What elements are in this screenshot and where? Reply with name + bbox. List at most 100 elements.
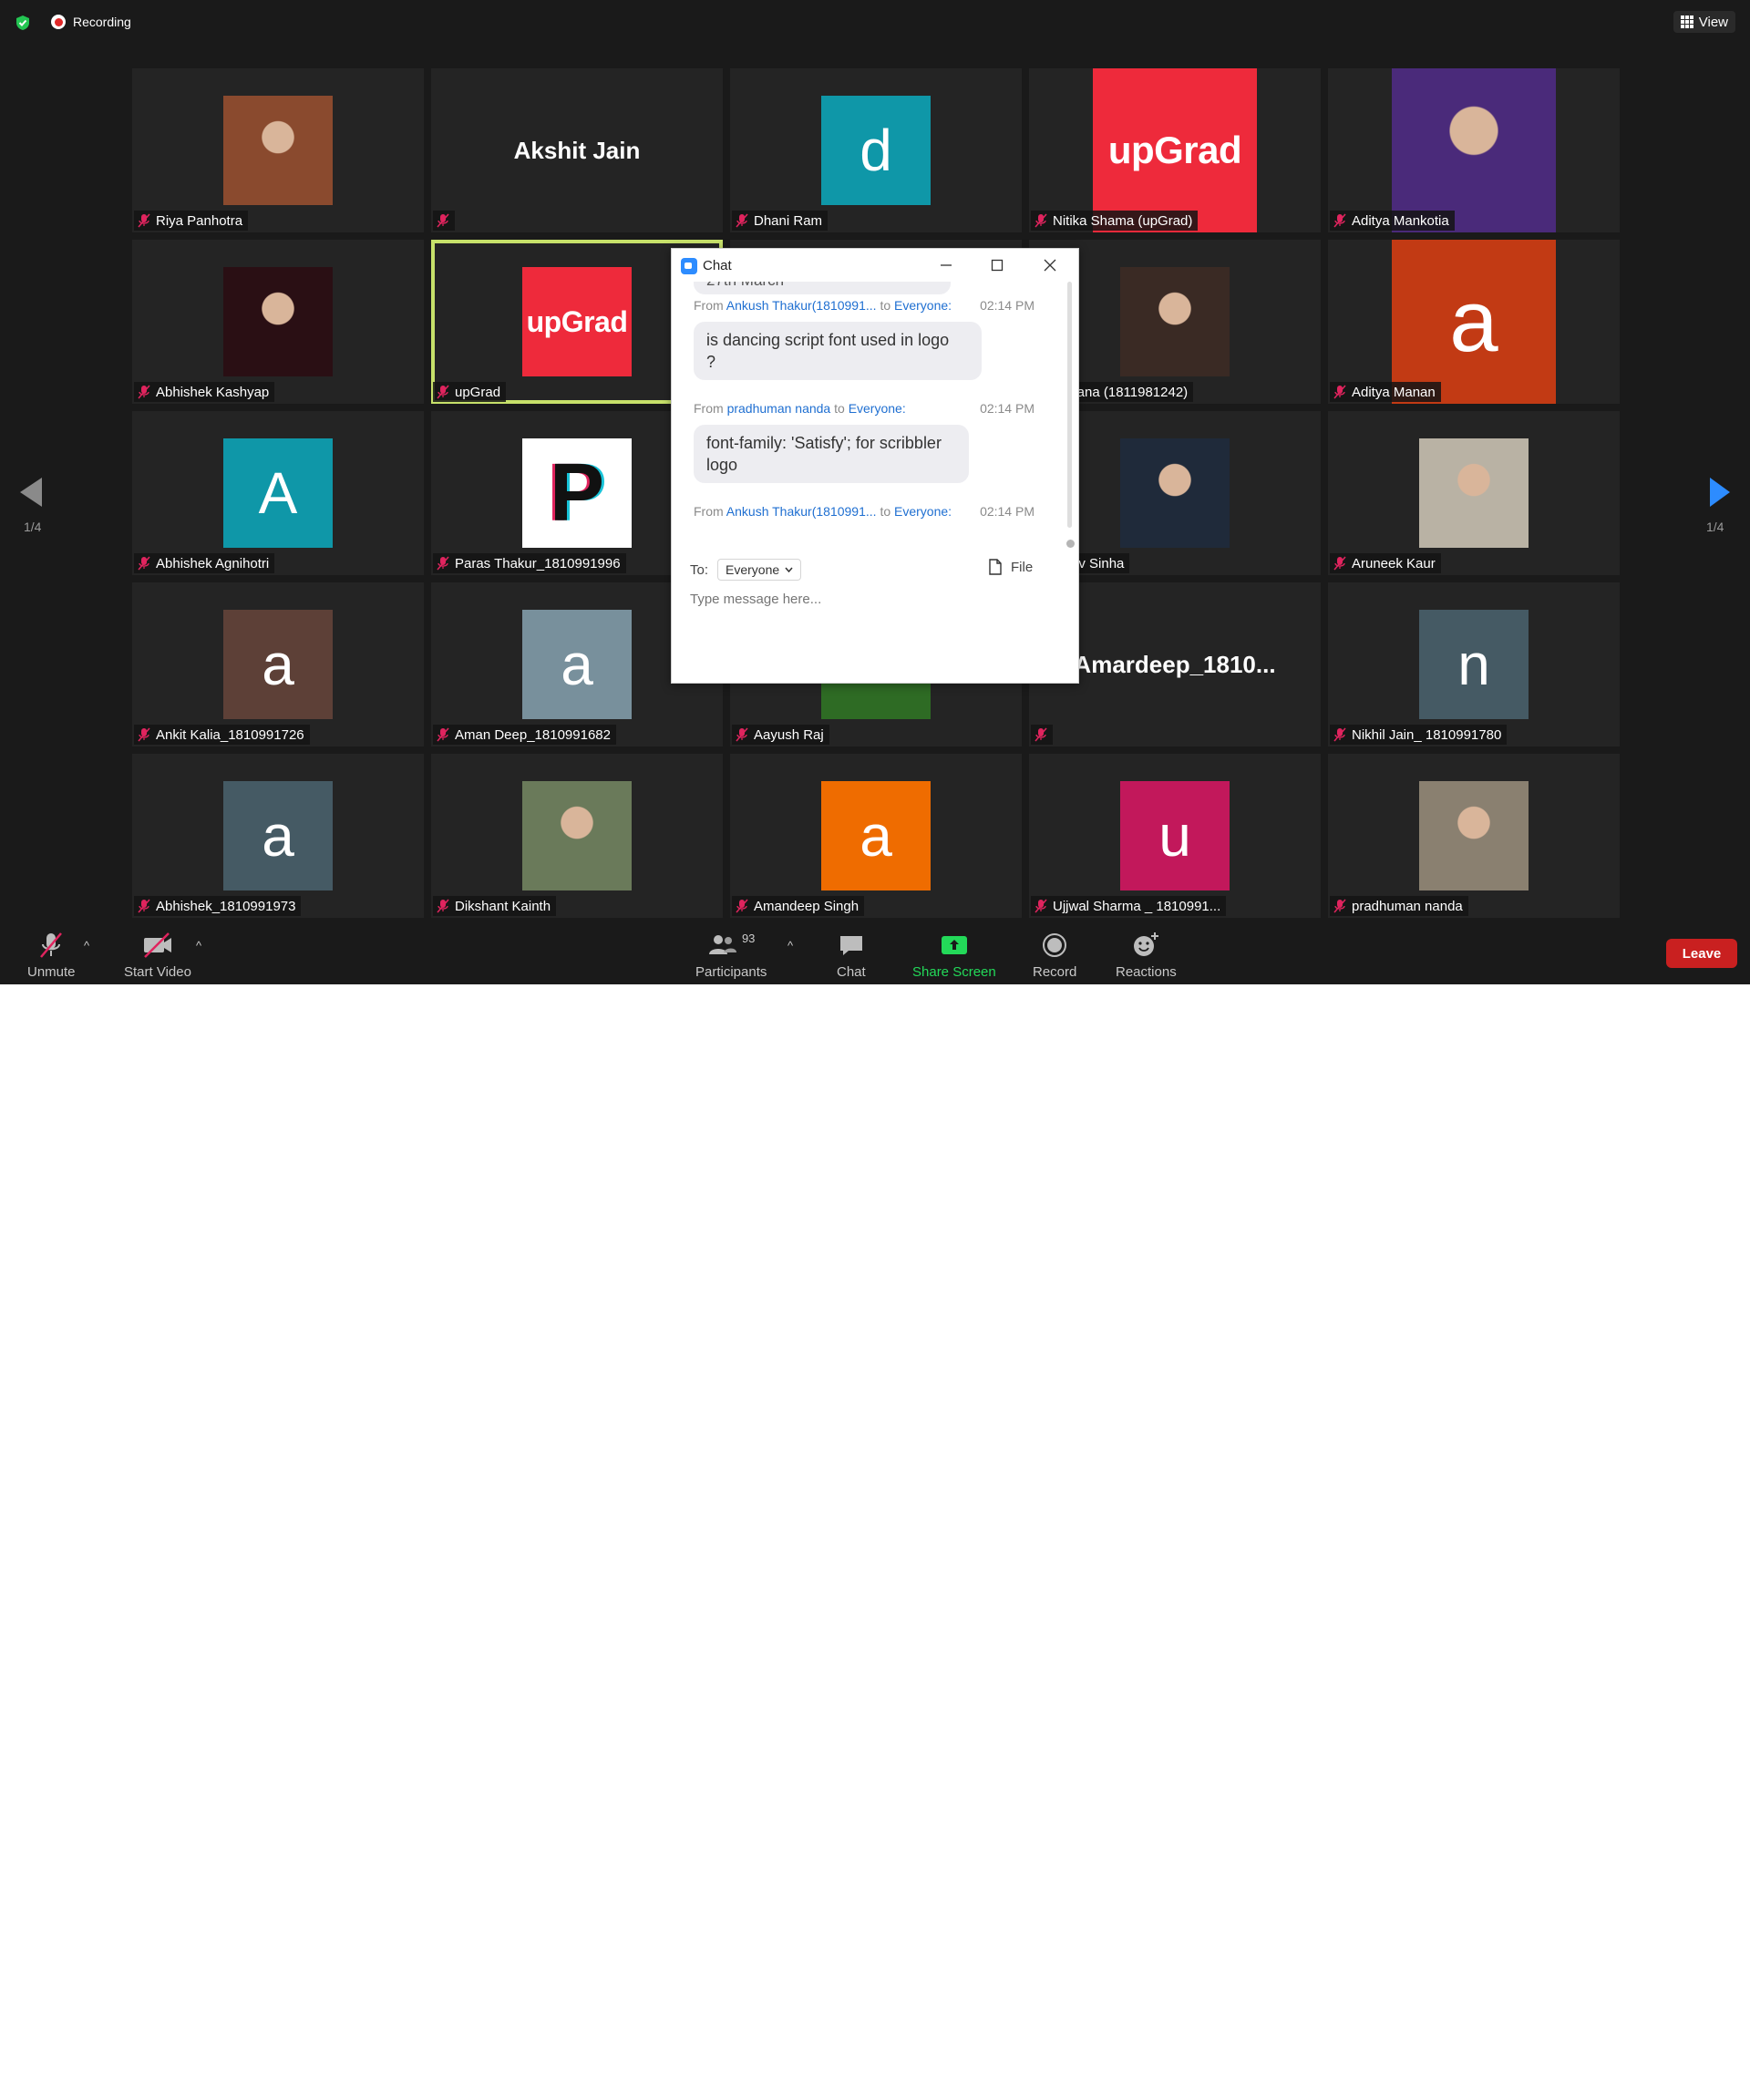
participant-tile[interactable]: d Dhani Ram [730, 68, 1022, 232]
audio-options-caret-icon[interactable]: ^ [84, 939, 89, 952]
minimize-icon [941, 264, 952, 266]
mic-muted-icon [736, 899, 748, 913]
meeting-toolbar: Unmute ^ Start Video ^ 93 Participants ^… [0, 922, 1750, 984]
share-screen-icon [941, 936, 967, 954]
recording-label: Recording [73, 15, 131, 29]
scrollbar-thumb[interactable] [1067, 282, 1072, 528]
participant-name-tag: Abhishek Kashyap [134, 382, 275, 402]
leave-button[interactable]: Leave [1666, 939, 1737, 968]
mic-muted-icon [1333, 213, 1346, 228]
participant-name: Abhishek Kashyap [156, 384, 270, 400]
participant-tile[interactable]: pradhuman nanda [1328, 754, 1620, 918]
participant-tile[interactable]: Riya Panhotra [132, 68, 424, 232]
participant-name: Aman Deep_1810991682 [455, 726, 611, 743]
recipient-select[interactable]: Everyone [717, 559, 802, 581]
start-video-button[interactable]: Start Video [124, 930, 191, 980]
record-button[interactable]: Record [1033, 930, 1076, 980]
participant-tile[interactable]: Aruneek Kaur [1328, 411, 1620, 575]
participants-options-caret-icon[interactable]: ^ [788, 939, 793, 952]
participant-tile[interactable]: Dikshant Kainth [431, 754, 723, 918]
message-bubble: font-family: 'Satisfy'; for scribbler lo… [694, 425, 969, 483]
participant-name-tag: Dhani Ram [732, 211, 829, 231]
participant-tile[interactable]: Abhishek Kashyap [132, 240, 424, 404]
participant-tile[interactable]: A Abhishek Agnihotri [132, 411, 424, 575]
chat-bubble-icon [839, 936, 862, 955]
file-button[interactable]: File [989, 559, 1033, 575]
participant-tile[interactable]: a Ankit Kalia_1810991726 [132, 582, 424, 746]
participant-name-tag [1031, 725, 1053, 745]
participant-tile[interactable]: a Abhishek_1810991973 [132, 754, 424, 918]
recording-indicator[interactable]: Recording [51, 15, 131, 29]
participant-name-tag [433, 211, 455, 231]
message-recipient[interactable]: Everyone: [894, 298, 952, 313]
reactions-button[interactable]: Reactions [1116, 930, 1177, 980]
participant-photo [223, 267, 333, 376]
participant-name-tag: Ujjwal Sharma _ 1810991... [1031, 896, 1227, 916]
message-bubble: is dancing script font used in logo ? [694, 322, 982, 380]
participant-name-tag: Aditya Mankotia [1330, 211, 1455, 231]
participant-tile[interactable]: n Nikhil Jain_ 1810991780 [1328, 582, 1620, 746]
participant-tile[interactable]: u Ujjwal Sharma _ 1810991... [1029, 754, 1321, 918]
participant-photo [1392, 68, 1556, 232]
unmute-button[interactable]: Unmute [27, 930, 76, 980]
next-page-arrow-icon[interactable] [1703, 474, 1735, 510]
message-sender[interactable]: Ankush Thakur(1810991... [726, 298, 877, 313]
message-time: 02:14 PM [980, 504, 1035, 519]
message-header: From Ankush Thakur(1810991... to Everyon… [694, 504, 1035, 519]
close-button[interactable] [1036, 254, 1064, 276]
encryption-shield-icon[interactable] [15, 15, 31, 31]
mic-muted-icon [736, 213, 748, 228]
participant-tile[interactable]: a Aditya Manan [1328, 240, 1620, 404]
participant-name: Ankit Kalia_1810991726 [156, 726, 304, 743]
record-icon [1043, 933, 1067, 957]
participant-tile[interactable]: Akshit Jain [431, 68, 723, 232]
participant-name-tag: upGrad [433, 382, 507, 402]
message-recipient[interactable]: Everyone: [894, 504, 952, 519]
start-video-label: Start Video [124, 964, 191, 980]
participant-name: Abhishek Agnihotri [156, 555, 270, 571]
participant-avatar: upGrad [522, 267, 632, 376]
message-header: From pradhuman nanda to Everyone: 02:14 … [694, 401, 1035, 416]
participant-name: Aditya Manan [1352, 384, 1436, 400]
scroll-position-dot [1066, 540, 1075, 548]
chat-button[interactable]: Chat [837, 930, 866, 980]
participant-avatar: A [223, 438, 333, 548]
participant-name-tag: Paras Thakur_1810991996 [433, 553, 626, 573]
participant-name: Nitika Shama (upGrad) [1053, 212, 1193, 229]
chat-title: Chat [703, 258, 732, 273]
page-indicator-left: 1/4 [24, 520, 42, 534]
previous-page-arrow-icon[interactable] [15, 474, 47, 510]
message-sender[interactable]: Ankush Thakur(1810991... [726, 504, 877, 519]
to-label: To: [690, 561, 709, 578]
participants-label: Participants [695, 964, 767, 980]
participant-photo [1120, 438, 1230, 548]
participant-tile[interactable]: upGrad Nitika Shama (upGrad) [1029, 68, 1321, 232]
zoom-logo-icon [681, 258, 697, 274]
participants-button[interactable]: 93 Participants [695, 930, 767, 980]
participant-photo [1419, 438, 1529, 548]
message-recipient[interactable]: Everyone: [849, 401, 906, 416]
message-input[interactable] [690, 592, 1055, 607]
chat-scrollbar[interactable] [1065, 282, 1075, 573]
mic-muted-icon [138, 727, 150, 742]
video-options-caret-icon[interactable]: ^ [196, 939, 201, 952]
view-button[interactable]: View [1673, 11, 1735, 33]
participant-tile[interactable]: a Amandeep Singh [730, 754, 1022, 918]
participant-name: Dhani Ram [754, 212, 823, 229]
participant-name-tag: Abhishek Agnihotri [134, 553, 275, 573]
message-sender[interactable]: pradhuman nanda [727, 401, 831, 416]
mic-muted-icon [437, 556, 449, 571]
participant-name-tag: Ankit Kalia_1810991726 [134, 725, 310, 745]
chat-messages[interactable]: 27th March From Ankush Thakur(1810991...… [672, 282, 1065, 573]
message-time: 02:14 PM [980, 298, 1035, 313]
participants-count: 93 [741, 932, 756, 945]
share-screen-button[interactable]: Share Screen [912, 930, 996, 980]
message-bubble-partial: 27th March [694, 282, 951, 294]
mic-muted-icon [437, 385, 449, 399]
chat-title-bar[interactable]: Chat [672, 249, 1078, 282]
minimize-button[interactable] [932, 254, 960, 276]
participant-photo [1120, 267, 1230, 376]
participant-tile[interactable]: Aditya Mankotia [1328, 68, 1620, 232]
participant-name: Paras Thakur_1810991996 [455, 555, 621, 571]
maximize-button[interactable] [983, 254, 1011, 276]
